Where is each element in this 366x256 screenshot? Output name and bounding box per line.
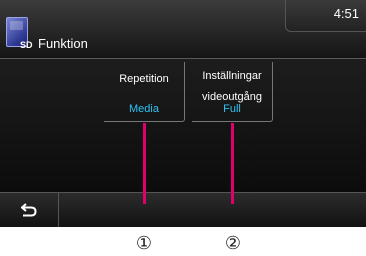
clock-box: 4:51	[285, 0, 366, 32]
page-title: Funktion	[38, 36, 88, 51]
header-bar: SD Funktion 4:51	[0, 0, 366, 59]
screen: SD Funktion 4:51 Repetition Media Instäl…	[0, 0, 366, 227]
video-output-label-line2: videoutgång	[202, 91, 262, 103]
callout-number-2: ②	[224, 233, 242, 254]
video-output-button[interactable]: Inställningar videoutgång Full	[192, 62, 273, 122]
sd-label: SD	[20, 40, 33, 50]
repetition-button[interactable]: Repetition Media	[104, 62, 185, 122]
clock: 4:51	[333, 6, 359, 21]
callout-number-1: ①	[135, 233, 153, 254]
repetition-value: Media	[129, 103, 159, 115]
footer-bar	[0, 192, 366, 227]
back-arrow-icon	[21, 203, 37, 217]
repetition-label: Repetition	[119, 73, 169, 85]
video-output-label-line1: Inställningar	[202, 70, 262, 82]
callout-line-2	[231, 123, 234, 204]
callout-line-1	[143, 123, 146, 204]
back-button[interactable]	[0, 193, 59, 227]
video-output-value: Full	[223, 103, 241, 115]
